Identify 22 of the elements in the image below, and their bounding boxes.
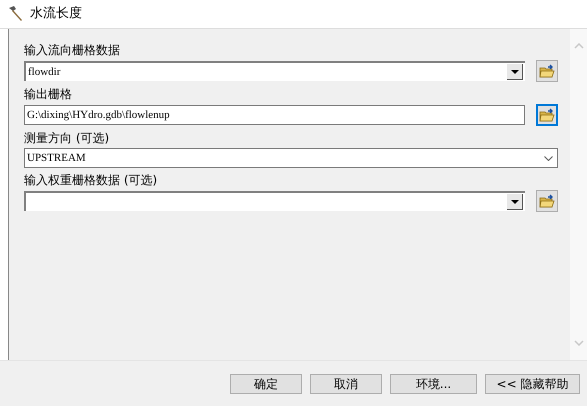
- dialog-button[interactable]: << 隐藏帮助: [485, 374, 580, 394]
- browse-button[interactable]: [536, 104, 558, 126]
- field-label: 输出栅格: [24, 87, 73, 101]
- combo-box[interactable]: flowdir: [24, 61, 525, 81]
- dropdown[interactable]: UPSTREAM: [24, 148, 558, 168]
- folder-icon: [539, 64, 555, 78]
- combo-box[interactable]: [24, 191, 525, 211]
- browse-button[interactable]: [536, 190, 558, 212]
- window-title: 水流长度: [30, 5, 82, 24]
- field-label: 测量方向 (可选): [24, 131, 110, 145]
- dialog-button[interactable]: 确定: [230, 374, 302, 394]
- folder-icon: [539, 108, 555, 122]
- browse-button[interactable]: [536, 60, 558, 82]
- dialog-button[interactable]: 环境...: [390, 374, 477, 394]
- field-label: 输入权重栅格数据 (可选): [24, 173, 158, 187]
- chevron-down-icon: [544, 156, 553, 160]
- dialog-button[interactable]: 取消: [310, 374, 382, 394]
- folder-icon: [539, 194, 555, 208]
- dropdown-arrow-icon: [510, 200, 518, 204]
- field-label: 输入流向栅格数据: [24, 43, 121, 57]
- dropdown-arrow-icon: [510, 70, 518, 74]
- input-field[interactable]: G:\dixing\HYdro.gdb\flowlenup: [24, 105, 525, 125]
